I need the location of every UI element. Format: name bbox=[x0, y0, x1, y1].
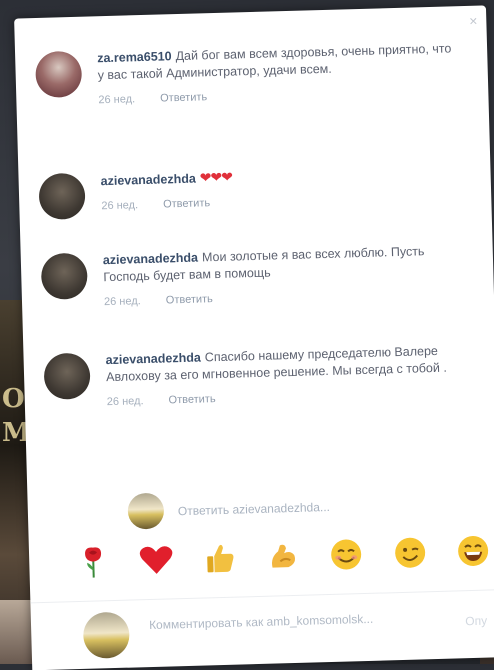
publish-button[interactable]: Опу bbox=[465, 614, 487, 629]
red-heart-icon[interactable] bbox=[136, 539, 177, 580]
comment-body: azievanadezhda Мои золотые я вас всех люб… bbox=[103, 242, 462, 308]
comment-meta: 26 нед. Ответить bbox=[101, 190, 459, 212]
comment-time: 26 нед. bbox=[106, 395, 144, 409]
comment-body: azievanadezhda ❤❤❤ 26 нед. Ответить bbox=[100, 162, 459, 213]
comment-username[interactable]: azievanadezhda bbox=[105, 351, 201, 368]
reply-button[interactable]: Ответить bbox=[166, 293, 213, 306]
avatar[interactable] bbox=[43, 352, 91, 400]
comment-time: 26 нед. bbox=[101, 199, 139, 213]
comment-username[interactable]: azievanadezhda bbox=[100, 172, 196, 189]
comment-meta: 26 нед. Ответить bbox=[104, 286, 462, 308]
emoji-bar bbox=[73, 525, 494, 587]
reply-input[interactable] bbox=[175, 492, 451, 523]
avatar[interactable] bbox=[38, 172, 86, 220]
comment-time: 26 нед. bbox=[103, 295, 141, 309]
comment-username[interactable]: za.rema6510 bbox=[97, 49, 172, 65]
flexed-biceps-icon[interactable] bbox=[263, 536, 304, 577]
avatar[interactable] bbox=[35, 50, 83, 98]
close-icon[interactable]: × bbox=[466, 13, 480, 29]
comment-item: za.rema6510 Дай бог вам всем здоровья, оч… bbox=[35, 40, 455, 106]
grinning-face-icon[interactable] bbox=[453, 530, 494, 571]
rose-icon[interactable] bbox=[73, 541, 114, 582]
smiling-face-icon[interactable] bbox=[326, 534, 367, 575]
thumbs-up-icon[interactable] bbox=[199, 538, 240, 579]
divider bbox=[30, 589, 494, 604]
comment-meta: 26 нед. Ответить bbox=[98, 84, 456, 106]
avatar[interactable] bbox=[40, 252, 88, 300]
comment-username[interactable]: azievanadezhda bbox=[103, 251, 199, 268]
comment-time: 26 нед. bbox=[98, 93, 136, 107]
avatar bbox=[82, 611, 130, 659]
comment-item: azievanadezhda ❤❤❤ 26 нед. Ответить bbox=[38, 162, 458, 220]
comment-text: ❤❤❤ bbox=[199, 168, 233, 186]
comment-item: azievanadezhda Мои золотые я вас всех люб… bbox=[40, 242, 461, 308]
comment-body: azievanadezhda Спасибо нашему председател… bbox=[105, 342, 464, 408]
winking-face-icon[interactable] bbox=[389, 532, 430, 573]
comment-input[interactable] bbox=[146, 608, 402, 660]
reply-button[interactable]: Ответить bbox=[168, 393, 215, 406]
reply-button[interactable]: Ответить bbox=[160, 91, 207, 104]
comment-meta: 26 нед. Ответить bbox=[107, 386, 465, 408]
reply-row bbox=[127, 484, 458, 530]
comments-panel: × za.rema6510 Дай бог вам всем здоровья, … bbox=[14, 5, 494, 670]
reply-button[interactable]: Ответить bbox=[163, 197, 210, 210]
comment-composer: Опу bbox=[82, 601, 494, 662]
comment-item: azievanadezhda Спасибо нашему председател… bbox=[43, 342, 463, 408]
avatar bbox=[127, 492, 165, 530]
comment-body: za.rema6510 Дай бог вам всем здоровья, оч… bbox=[97, 40, 456, 106]
